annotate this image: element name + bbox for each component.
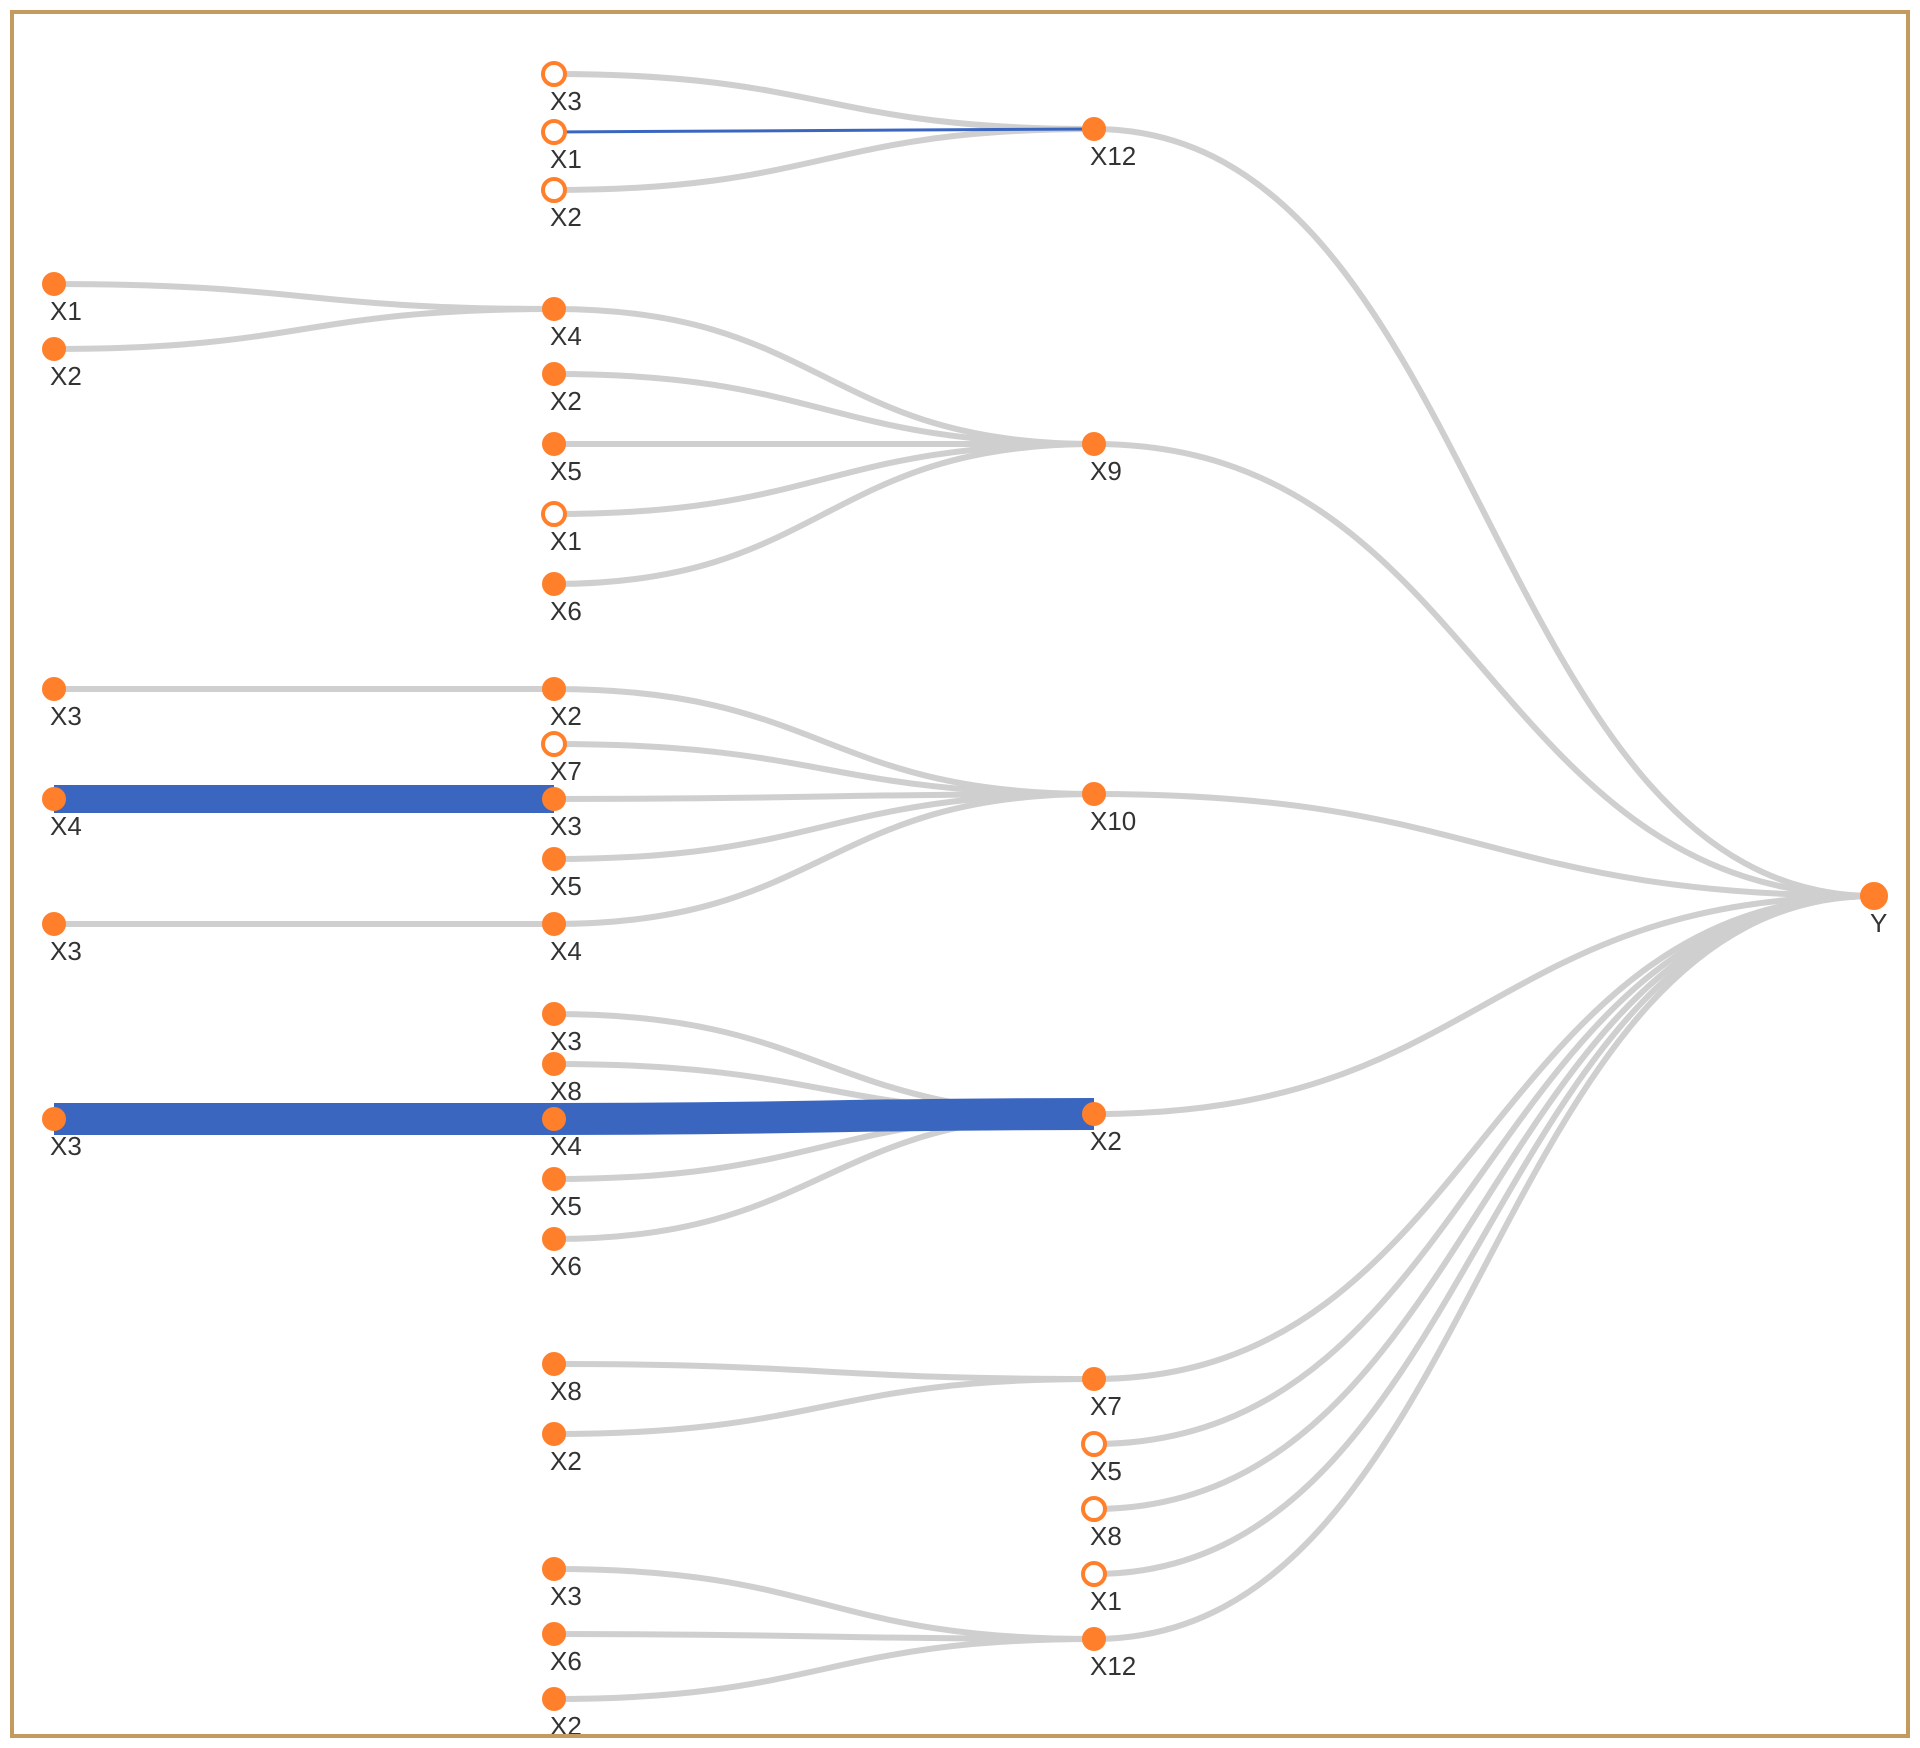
node-X7 [543, 733, 565, 755]
node-label: X7 [550, 756, 582, 786]
node-X6 [543, 1228, 565, 1250]
node-label: X6 [550, 1251, 582, 1281]
node-label: X6 [550, 596, 582, 626]
node-X3 [543, 1003, 565, 1025]
node-X1 [543, 121, 565, 143]
node-label: X2 [550, 1711, 582, 1734]
node-label: X4 [550, 936, 582, 966]
node-X2 [543, 1423, 565, 1445]
node-label: X3 [550, 86, 582, 116]
node-label: X12 [1090, 141, 1136, 171]
node-label: X10 [1090, 806, 1136, 836]
node-X4 [43, 788, 65, 810]
node-X8 [1083, 1498, 1105, 1520]
node-X3 [543, 1558, 565, 1580]
edge [554, 129, 1094, 190]
edge [554, 444, 1094, 514]
node-label: X6 [550, 1646, 582, 1676]
node-X5 [543, 1168, 565, 1190]
node-X2 [543, 678, 565, 700]
edge [554, 374, 1094, 444]
node-X1 [43, 273, 65, 295]
node-X2 [1083, 1103, 1105, 1125]
node-label: X2 [550, 1446, 582, 1476]
node-X2 [543, 179, 565, 201]
node-label: X5 [1090, 1456, 1122, 1486]
node-X2 [543, 1688, 565, 1710]
edge-highlight-thick [554, 1114, 1094, 1119]
node-label: X8 [550, 1376, 582, 1406]
node-label: X3 [50, 936, 82, 966]
node-X5 [1083, 1433, 1105, 1455]
node-label: X2 [1090, 1126, 1122, 1156]
edge [1094, 129, 1874, 896]
node-label: X3 [50, 701, 82, 731]
node-X9 [1083, 433, 1105, 455]
edge [554, 1569, 1094, 1639]
node-label: X7 [1090, 1391, 1122, 1421]
node-X2 [543, 363, 565, 385]
node-label: X2 [550, 386, 582, 416]
node-label: X1 [550, 526, 582, 556]
node-Y [1861, 883, 1887, 909]
node-label: X1 [1090, 1586, 1122, 1616]
edge [554, 1379, 1094, 1434]
edge [554, 744, 1094, 794]
diagram-canvas: X1 X2 X3 X4 X3 X3 X3 X1 X2 X4 X2 X5 X1 X6 X2 X7 X3 X5 X4 X3… [14, 14, 1906, 1734]
edge [1094, 896, 1874, 1114]
node-X3 [43, 678, 65, 700]
node-label: X5 [550, 456, 582, 486]
node-X3 [43, 913, 65, 935]
node-X12 [1083, 1628, 1105, 1650]
node-label: X4 [550, 321, 582, 351]
edge [554, 689, 1094, 794]
edge [554, 74, 1094, 129]
node-label: X8 [1090, 1521, 1122, 1551]
edge [1094, 896, 1874, 1574]
node-X4 [543, 1108, 565, 1130]
node-X3 [543, 63, 565, 85]
node-X5 [543, 433, 565, 455]
node-label: Y [1870, 908, 1887, 938]
node-X5 [543, 848, 565, 870]
node-X4 [543, 298, 565, 320]
node-X8 [543, 1353, 565, 1375]
node-label: X12 [1090, 1651, 1136, 1681]
node-X6 [543, 573, 565, 595]
node-X3 [543, 788, 565, 810]
edge [554, 1639, 1094, 1699]
node-label: X2 [50, 361, 82, 391]
node-label: X3 [550, 1026, 582, 1056]
node-label: X3 [50, 1131, 82, 1161]
node-label: X2 [550, 202, 582, 232]
node-X3 [43, 1108, 65, 1130]
node-X2 [43, 338, 65, 360]
edge [54, 284, 554, 309]
node-X10 [1083, 783, 1105, 805]
node-X1 [543, 503, 565, 525]
node-label: X9 [1090, 456, 1122, 486]
node-label: X2 [550, 701, 582, 731]
edge [54, 309, 554, 349]
node-label: X1 [50, 296, 82, 326]
node-label: X3 [550, 811, 582, 841]
edge [554, 1364, 1094, 1379]
node-X6 [543, 1623, 565, 1645]
node-X7 [1083, 1368, 1105, 1390]
node-X12 [1083, 118, 1105, 140]
node-label: X1 [550, 144, 582, 174]
node-label: X3 [550, 1581, 582, 1611]
edge [1094, 896, 1874, 1379]
node-label: X8 [550, 1076, 582, 1106]
node-X1 [1083, 1563, 1105, 1585]
node-label: X5 [550, 1191, 582, 1221]
node-X4 [543, 913, 565, 935]
node-label: X4 [50, 811, 82, 841]
node-X8 [543, 1053, 565, 1075]
node-label: X4 [550, 1131, 582, 1161]
edge [1094, 896, 1874, 1509]
edge [554, 794, 1094, 859]
node-label: X5 [550, 871, 582, 901]
